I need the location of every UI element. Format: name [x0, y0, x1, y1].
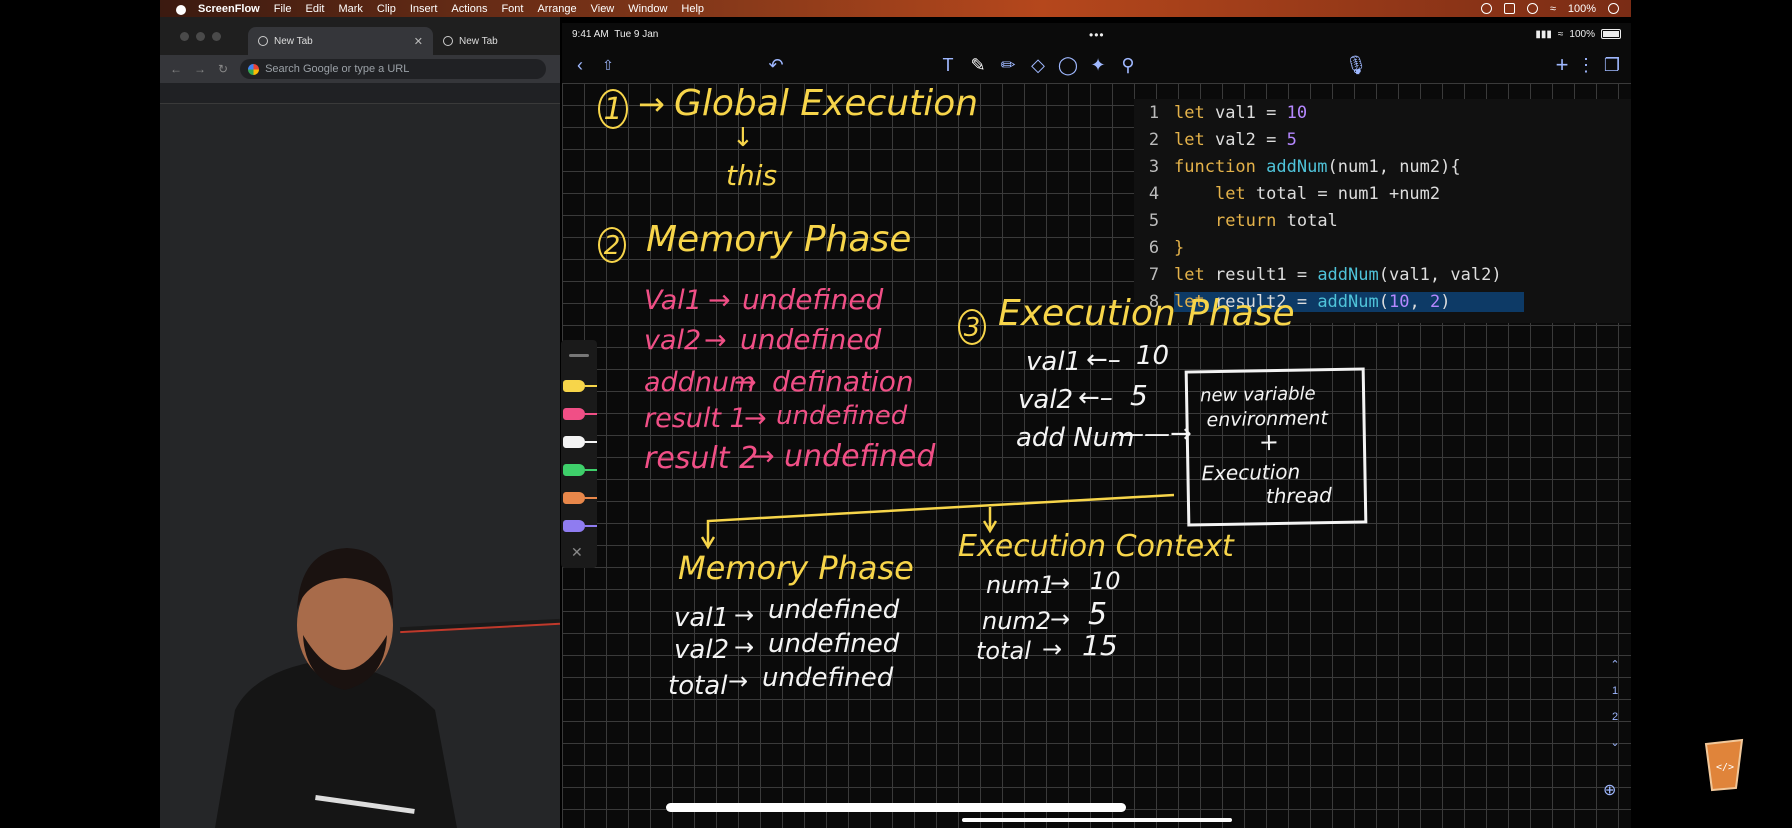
menu-arrange[interactable]: Arrange	[537, 3, 576, 15]
control-icon[interactable]	[1480, 3, 1492, 14]
omnibox[interactable]: Search Google or type a URL	[240, 59, 546, 79]
menu-mark[interactable]: Mark	[338, 3, 362, 15]
chrome-icon	[443, 36, 453, 46]
ipad-screen: 9:41 AM Tue 9 Jan ••• ▮▮▮ ≈ 100% ‹ ⇧ ↶ T…	[562, 23, 1631, 828]
memory2-var: val1	[674, 603, 730, 633]
tab-strip: New Tab ✕ New Tab	[160, 17, 560, 55]
menu-edit[interactable]: Edit	[305, 3, 324, 15]
context-title: Execution Context	[958, 529, 1234, 564]
arrow: →	[1042, 635, 1063, 663]
memory2-var: val2	[674, 635, 730, 665]
menu-help[interactable]: Help	[681, 3, 704, 15]
memory2-title: Memory Phase	[678, 549, 914, 587]
chrome-icon	[258, 36, 268, 46]
menu-view[interactable]: View	[591, 3, 615, 15]
menu-file[interactable]: File	[274, 3, 292, 15]
context-value: 10	[1090, 567, 1121, 595]
memory2-var: total	[668, 671, 728, 701]
menu-clip[interactable]: Clip	[377, 3, 396, 15]
video-scrubber-bar[interactable]	[666, 803, 1126, 812]
arrow: →	[734, 633, 755, 661]
arrow: →	[728, 667, 749, 695]
apple-icon[interactable]	[174, 3, 188, 15]
memory2-value: undefined	[768, 629, 900, 659]
menu-window[interactable]: Window	[628, 3, 667, 15]
memory2-value: undefined	[762, 663, 894, 693]
connector-lines	[700, 493, 1175, 550]
page-number[interactable]: 1	[1604, 678, 1626, 704]
memory2-value: undefined	[768, 595, 900, 625]
menu-app-name[interactable]: ScreenFlow	[198, 3, 260, 15]
zoom-icon[interactable]: ⊕	[1603, 780, 1616, 800]
screen-record-icon[interactable]	[1503, 3, 1515, 14]
menubar: ScreenFlow File Edit Mark Clip Insert Ac…	[160, 0, 1631, 17]
chai-logo-icon: </>	[1704, 738, 1744, 792]
back-icon[interactable]: ←	[170, 62, 182, 76]
pink-pen-icon[interactable]	[561, 406, 597, 422]
arrow: →	[1050, 605, 1071, 633]
google-icon	[248, 63, 260, 75]
menubar-battery[interactable]: 100%	[1568, 3, 1596, 15]
page-number[interactable]: 2	[1604, 704, 1626, 730]
clock-icon[interactable]	[1608, 3, 1619, 14]
tab-new-tab-2[interactable]: New Tab	[433, 27, 508, 55]
menu-font[interactable]: Font	[501, 3, 523, 15]
page-navigator: ⌃ 1 2 ⌄	[1604, 652, 1626, 756]
white-pen-icon[interactable]	[561, 434, 597, 450]
purple-highlighter-icon[interactable]	[561, 518, 597, 534]
presenter-video	[215, 548, 457, 828]
menu-insert[interactable]: Insert	[410, 3, 438, 15]
svg-text:</>: </>	[1716, 762, 1734, 773]
orange-highlighter-icon[interactable]	[561, 490, 597, 506]
zoom-window-button[interactable]	[212, 31, 221, 41]
minimize-window-button[interactable]	[196, 31, 205, 41]
tab-label: New Tab	[459, 35, 498, 47]
browser-toolbar: ← → ↻ Search Google or type a URL	[160, 55, 560, 83]
menu-actions[interactable]: Actions	[451, 3, 487, 15]
home-indicator[interactable]	[962, 818, 1232, 822]
wifi-icon[interactable]: ≈	[1550, 3, 1556, 15]
reload-icon[interactable]: ↻	[218, 62, 228, 76]
pen-palette: .p1::before{} ✕	[561, 340, 597, 568]
palette-handle[interactable]	[569, 354, 589, 357]
close-tab-icon[interactable]: ✕	[414, 35, 423, 48]
forward-icon[interactable]: →	[194, 62, 206, 76]
context-var: num1	[986, 571, 1056, 599]
context-var: num2	[982, 607, 1052, 635]
context-value: 5	[1088, 597, 1108, 632]
context-var: total	[976, 637, 1031, 665]
tab-new-tab-1[interactable]: New Tab ✕	[248, 27, 433, 55]
arrow: →	[734, 601, 755, 629]
page-down-icon[interactable]: ⌄	[1604, 730, 1626, 756]
context-value: 15	[1082, 629, 1118, 662]
omnibox-placeholder: Search Google or type a URL	[265, 63, 410, 75]
arrow: →	[1050, 569, 1071, 597]
tab-label: New Tab	[274, 35, 313, 47]
green-pen-icon[interactable]	[561, 462, 597, 478]
yellow-pen-icon[interactable]: .p1::before{}	[561, 378, 597, 394]
close-window-button[interactable]	[180, 31, 189, 41]
page-up-icon[interactable]: ⌃	[1604, 652, 1626, 678]
close-palette-icon[interactable]: ✕	[571, 544, 583, 561]
vpn-icon[interactable]	[1526, 3, 1538, 14]
